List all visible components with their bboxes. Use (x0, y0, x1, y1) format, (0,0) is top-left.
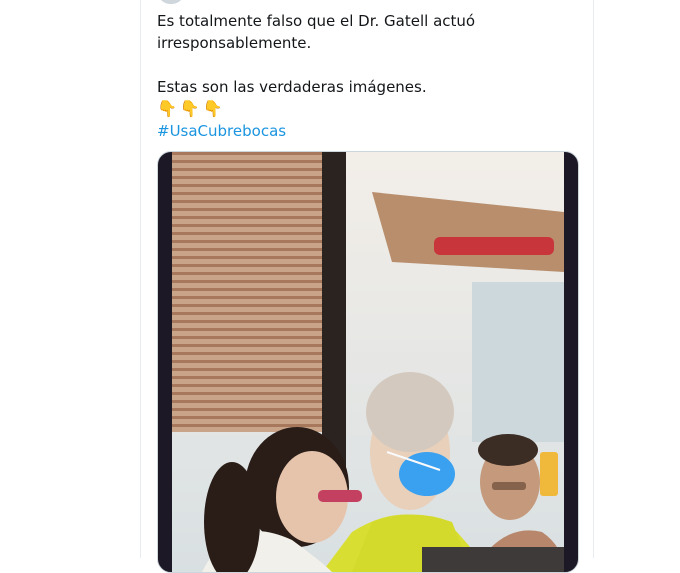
tweet-text-line: Es totalmente falso que el Dr. Gatell ac… (157, 12, 476, 30)
tweet-photo[interactable] (172, 152, 564, 572)
photo-illustration (172, 152, 564, 572)
tweet-text-line: irresponsablemente. (157, 34, 312, 52)
avatar[interactable] (159, 0, 183, 4)
tweet-card[interactable]: Es totalmente falso que el Dr. Gatell ac… (140, 0, 594, 573)
hashtag-link[interactable]: #UsaCubrebocas (157, 120, 577, 142)
tweet-text: Es totalmente falso que el Dr. Gatell ac… (157, 10, 577, 142)
tweet-text-line: Estas son las verdaderas imágenes. (157, 78, 427, 96)
pointing-down-emoji-icon: 👇👇👇 (157, 99, 226, 118)
tweet-media[interactable] (157, 151, 579, 573)
